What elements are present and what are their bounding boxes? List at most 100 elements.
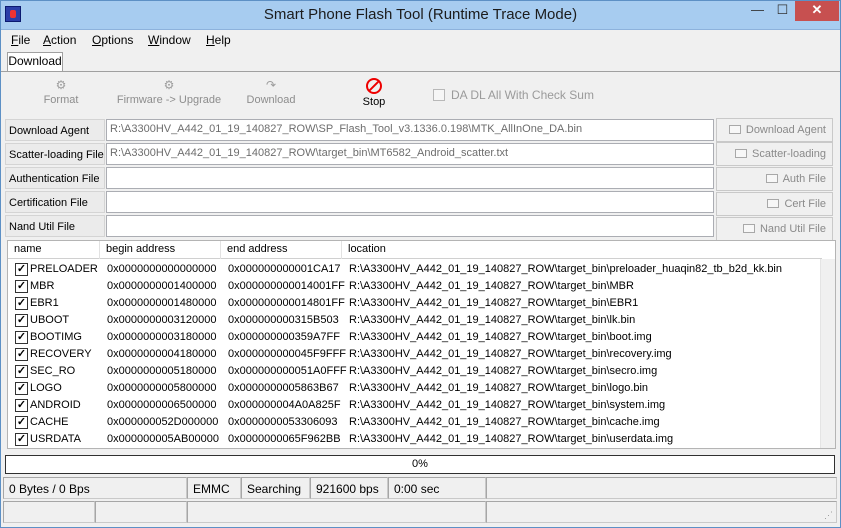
table-row[interactable]: ✓ BOOTIMG 0x0000000003180000 0x000000000359… <box>8 329 822 346</box>
begin-address: 0x0000000006500000 <box>107 399 217 411</box>
end-address: 0x000000004A0A825F <box>228 399 341 411</box>
partition-name: MBR <box>30 280 55 292</box>
location-path: R:\A3300HV_A442_01_19_140827_ROW\target_… <box>349 399 666 411</box>
folder-icon <box>742 224 755 233</box>
end-address: 0x000000000014001FF <box>228 280 345 292</box>
format-button[interactable]: ⚙ Format <box>41 78 81 106</box>
partition-name: UBOOT <box>30 314 70 326</box>
table-row[interactable]: ✓ PRELOADER 0x0000000000000000 0x0000000000… <box>8 261 822 278</box>
partition-name: CACHE <box>30 416 69 428</box>
menu-action[interactable]: Action <box>43 33 76 47</box>
end-address: 0x0000000005863B67 <box>228 382 339 394</box>
maximize-button[interactable]: ☐ <box>770 0 795 21</box>
da-checksum-checkbox[interactable]: DA DL All With Check Sum <box>433 88 594 102</box>
scatter-input[interactable]: R:\A3300HV_A442_01_19_140827_ROW\target_… <box>106 143 714 165</box>
partition-name: LOGO <box>30 382 62 394</box>
row-checkbox[interactable]: ✓ <box>15 416 28 429</box>
column-header-name[interactable]: name <box>8 241 100 259</box>
authentication-input[interactable] <box>106 167 714 189</box>
table-row[interactable]: ✓ RECOVERY 0x0000000004180000 0x00000000004… <box>8 346 822 363</box>
partition-table[interactable]: name begin address end address location … <box>7 240 836 449</box>
location-path: R:\A3300HV_A442_01_19_140827_ROW\target_… <box>349 280 634 292</box>
table-row[interactable]: ✓ LOGO 0x0000000005800000 0x0000000005863B6… <box>8 380 822 397</box>
table-row[interactable]: ✓ SEC_RO 0x0000000005180000 0x000000000051A… <box>8 363 822 380</box>
status-cell-4: ⋰ <box>486 501 837 523</box>
row-checkbox[interactable]: ✓ <box>15 314 28 327</box>
row-checkbox[interactable]: ✓ <box>15 263 28 276</box>
begin-address: 0x000000005AB00000 <box>107 433 219 445</box>
nand-util-button-label: Nand Util File <box>759 223 826 235</box>
table-row[interactable]: ✓ USRDATA 0x000000005AB00000 0x0000000065F9… <box>8 431 822 448</box>
folder-icon <box>767 199 780 208</box>
partition-name: RECOVERY <box>30 348 92 360</box>
progress-bar: 0% <box>5 455 835 474</box>
download-agent-input[interactable]: R:\A3300HV_A442_01_19_140827_ROW\SP_Flas… <box>106 119 714 141</box>
folder-icon <box>765 174 778 183</box>
column-header-begin[interactable]: begin address <box>100 241 221 259</box>
row-checkbox[interactable]: ✓ <box>15 348 28 361</box>
resize-grip-icon[interactable]: ⋰ <box>824 510 834 520</box>
scatter-loading-button[interactable]: Scatter-loading <box>716 142 833 166</box>
auth-file-button[interactable]: Auth File <box>716 167 833 191</box>
location-path: R:\A3300HV_A442_01_19_140827_ROW\target_… <box>349 382 649 394</box>
stop-button[interactable]: Stop <box>357 78 391 108</box>
row-checkbox[interactable]: ✓ <box>15 297 28 310</box>
table-row[interactable]: ✓ ANDROID 0x0000000006500000 0x000000004A0A… <box>8 397 822 414</box>
begin-address: 0x0000000003120000 <box>107 314 217 326</box>
row-checkbox[interactable]: ✓ <box>15 433 28 446</box>
vertical-scrollbar[interactable] <box>820 259 835 448</box>
authentication-label: Authentication File <box>5 167 105 189</box>
nand-util-input[interactable] <box>106 215 714 237</box>
folder-icon <box>728 125 741 134</box>
table-row[interactable]: ✓ EBR1 0x0000000001480000 0x000000000014801… <box>8 295 822 312</box>
row-checkbox[interactable]: ✓ <box>15 280 28 293</box>
row-checkbox[interactable]: ✓ <box>15 399 28 412</box>
table-row[interactable]: ✓ MBR 0x0000000001400000 0x000000000014001F… <box>8 278 822 295</box>
menu-help[interactable]: Help <box>206 33 231 47</box>
menu-options[interactable]: Options <box>92 33 133 47</box>
begin-address: 0x0000000004180000 <box>107 348 217 360</box>
elapsed-time: 0:00 sec <box>388 477 486 499</box>
toolbar: ⚙ Format ⚙ Firmware -> Upgrade ↷ Downloa… <box>5 74 836 116</box>
end-address: 0x000000000001CA17 <box>228 263 341 275</box>
partition-name: BOOTIMG <box>30 331 82 343</box>
column-header-end[interactable]: end address <box>221 241 342 259</box>
partition-name: SEC_RO <box>30 365 76 377</box>
table-row[interactable]: ✓ UBOOT 0x0000000003120000 0x000000000315B5… <box>8 312 822 329</box>
scatter-button-label: Scatter-loading <box>752 148 826 160</box>
auth-button-label: Auth File <box>782 173 826 185</box>
download-agent-button-label: Download Agent <box>745 124 826 136</box>
firmware-upgrade-label: Firmware -> Upgrade <box>116 94 222 106</box>
minimize-button[interactable]: — <box>745 0 770 21</box>
status-spare <box>486 477 837 499</box>
cert-file-button[interactable]: Cert File <box>716 192 833 216</box>
end-address: 0x000000000315B503 <box>228 314 339 326</box>
begin-address: 0x0000000001400000 <box>107 280 217 292</box>
nand-util-button[interactable]: Nand Util File <box>716 217 833 241</box>
table-row[interactable]: ✓ CACHE 0x000000052D000000 0x00000000533060… <box>8 414 822 431</box>
firmware-upgrade-button[interactable]: ⚙ Firmware -> Upgrade <box>113 78 225 106</box>
format-icon: ⚙ <box>55 78 67 92</box>
certification-label: Certification File <box>5 191 105 213</box>
certification-input[interactable] <box>106 191 714 213</box>
row-checkbox[interactable]: ✓ <box>15 382 28 395</box>
menu-window[interactable]: Window <box>148 33 191 47</box>
end-address: 0x000000000051A0FFF <box>228 365 347 377</box>
begin-address: 0x0000000005180000 <box>107 365 217 377</box>
tab-download[interactable]: Download <box>7 52 63 71</box>
column-header-location[interactable]: location <box>342 241 822 259</box>
row-checkbox[interactable]: ✓ <box>15 331 28 344</box>
firmware-upgrade-icon: ⚙ <box>163 78 175 92</box>
location-path: R:\A3300HV_A442_01_19_140827_ROW\target_… <box>349 416 660 428</box>
download-agent-button[interactable]: Download Agent <box>716 118 833 142</box>
close-button[interactable]: ✕ <box>795 0 839 21</box>
storage-type: EMMC <box>187 477 241 499</box>
download-button[interactable]: ↷ Download <box>243 78 299 106</box>
partition-name: ANDROID <box>30 399 81 411</box>
end-address: 0x000000000359A7FF <box>228 331 340 343</box>
window-title: Smart Phone Flash Tool (Runtime Trace Mo… <box>263 6 578 23</box>
authentication-row: Authentication File <box>5 167 714 189</box>
checkbox-icon <box>433 89 445 101</box>
menu-file[interactable]: File <box>11 33 30 47</box>
row-checkbox[interactable]: ✓ <box>15 365 28 378</box>
